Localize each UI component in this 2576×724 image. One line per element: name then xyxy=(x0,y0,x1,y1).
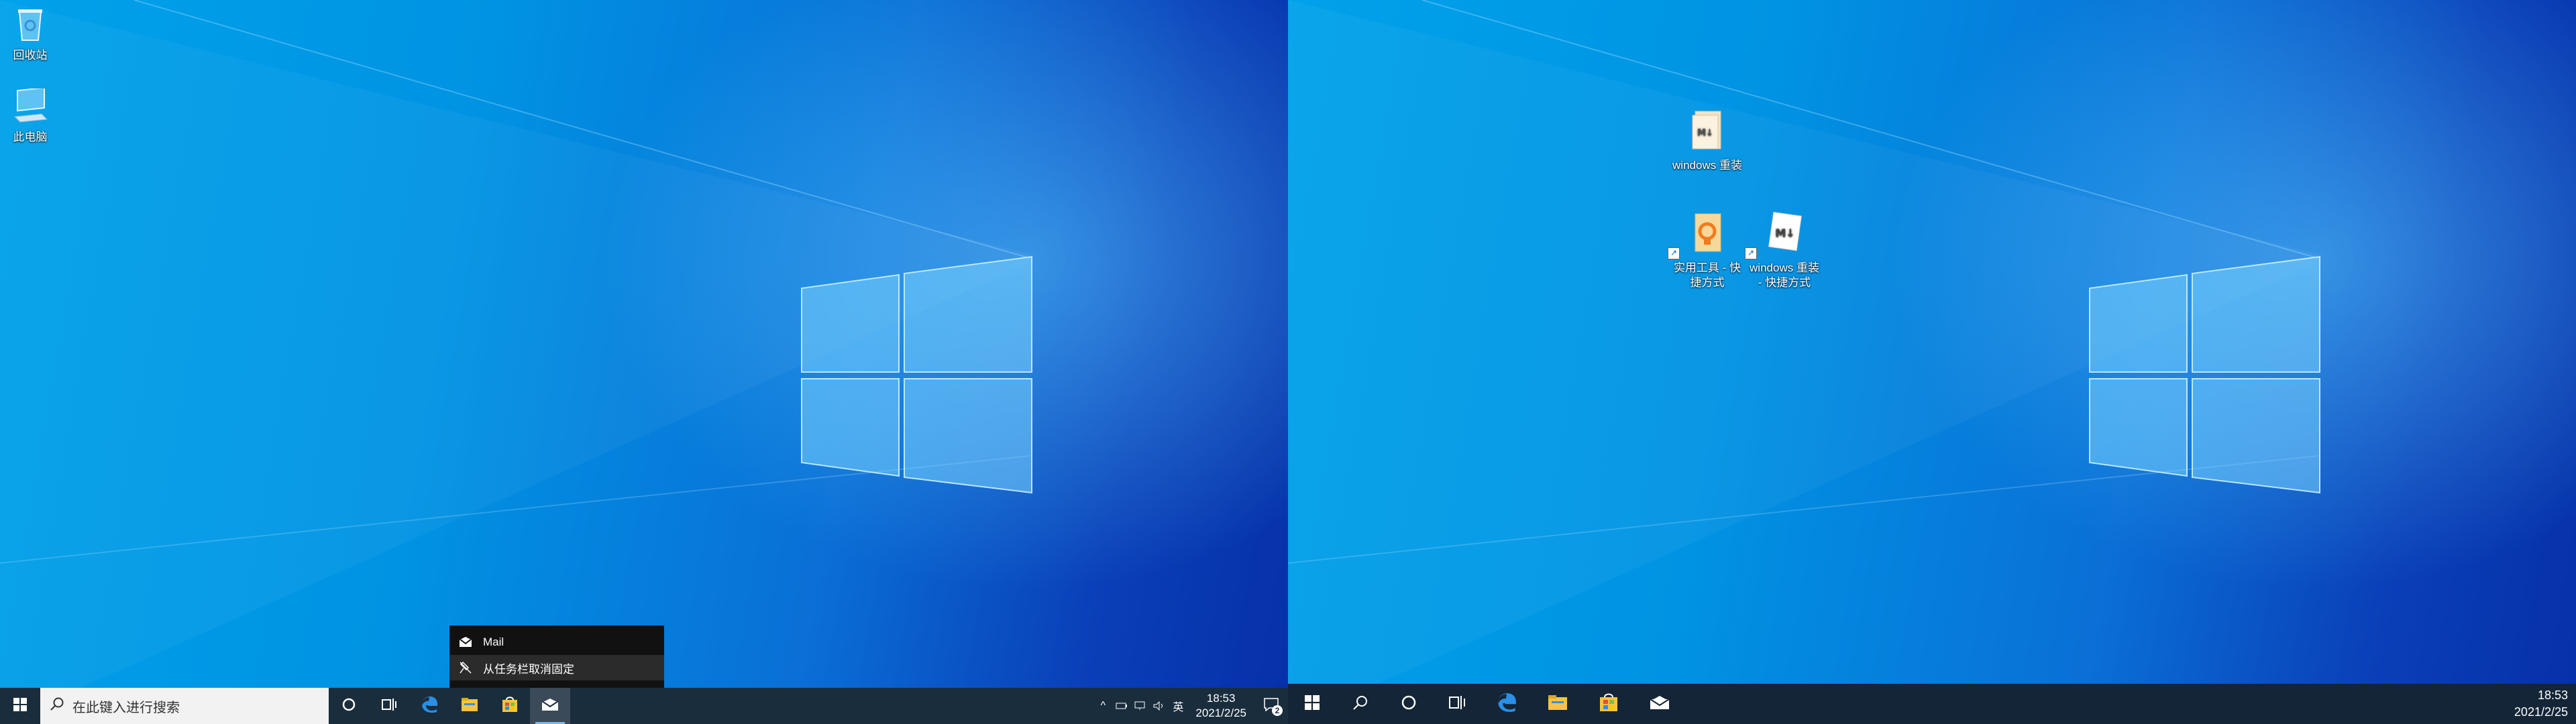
task-view-icon xyxy=(1448,695,1466,714)
unpin-icon xyxy=(459,661,474,674)
task-view-button[interactable] xyxy=(369,688,409,724)
windows-logo xyxy=(801,255,1032,494)
folder-shortcut-icon: ↗ xyxy=(1668,211,1744,259)
search-placeholder: 在此键入进行搜索 xyxy=(72,700,180,715)
desktop-icon-label: windows 重装 - 快捷方式 xyxy=(1750,261,1819,289)
desktop-icon-label: windows 重装 xyxy=(1672,159,1742,172)
windows-logo xyxy=(2089,255,2320,494)
taskbar-file-explorer[interactable] xyxy=(1532,684,1583,724)
mail-icon xyxy=(1650,695,1670,713)
markdown-shortcut-icon: M↓ ↗ xyxy=(1745,211,1821,259)
edge-icon xyxy=(1497,692,1517,716)
taskbar-mail[interactable] xyxy=(1634,684,1685,724)
chevron-up-icon: ^ xyxy=(1100,700,1106,711)
system-tray: 18:53 2021/2/25 xyxy=(2506,684,2576,724)
jump-list-open-mail[interactable]: Mail xyxy=(449,629,664,655)
jump-list-unpin-label: 从任务栏取消固定 xyxy=(483,662,574,676)
edge-icon xyxy=(421,696,438,717)
action-center-button[interactable]: 2 xyxy=(1254,688,1288,724)
clock-time: 18:53 xyxy=(1206,692,1236,705)
markdown-file-icon: M↓ xyxy=(1670,109,1744,156)
mail-icon xyxy=(541,698,559,715)
shortcut-arrow-icon: ↗ xyxy=(1668,247,1680,259)
desktop-icon-label: 实用工具 - 快捷方式 xyxy=(1673,261,1741,289)
cortana-button[interactable] xyxy=(1385,684,1433,724)
input-method-indicator[interactable]: 英 xyxy=(1169,688,1187,724)
shortcut-arrow-icon: ↗ xyxy=(1745,247,1757,259)
show-hidden-icons-button[interactable]: ^ xyxy=(1093,688,1112,724)
cortana-button[interactable] xyxy=(329,688,369,724)
search-icon xyxy=(50,697,64,715)
mail-icon xyxy=(459,637,474,648)
svg-text:M↓: M↓ xyxy=(1697,128,1713,138)
taskbar-clock[interactable]: 18:53 2021/2/25 xyxy=(1187,691,1254,721)
clock-date: 2021/2/25 xyxy=(2514,705,2568,719)
taskbar-clock[interactable]: 18:53 2021/2/25 xyxy=(2506,687,2576,721)
clock-date: 2021/2/25 xyxy=(1195,707,1246,719)
file-explorer-icon xyxy=(461,697,478,715)
mail-jump-list: Mail 从任务栏取消固定 xyxy=(449,625,664,688)
task-view-icon xyxy=(381,697,397,715)
right-monitor: M↓ windows 重装 ↗ 实用工具 - 快捷方式 M↓ ↗ windows… xyxy=(1288,0,2576,724)
windows-start-icon xyxy=(13,697,27,715)
desktop-icon-recycle-bin[interactable]: 回收站 xyxy=(0,4,67,63)
search-icon xyxy=(1352,695,1368,714)
network-icon[interactable] xyxy=(1131,688,1150,724)
store-icon xyxy=(501,696,519,717)
desktop-icon-this-pc[interactable]: 此电脑 xyxy=(0,86,67,145)
this-pc-icon xyxy=(0,86,67,127)
taskbar-store[interactable] xyxy=(1583,684,1634,724)
task-view-button[interactable] xyxy=(1433,684,1481,724)
jump-list-unpin[interactable]: 从任务栏取消固定 xyxy=(449,655,664,680)
left-monitor: 回收站 此电脑 Mail 从任务栏取消固定 在此键入进行搜索 ^ 英 18:53… xyxy=(0,0,1288,724)
svg-text:M↓: M↓ xyxy=(1775,227,1794,239)
system-tray: ^ 英 18:53 2021/2/25 2 xyxy=(1093,688,1288,724)
windows-start-icon xyxy=(1305,695,1320,713)
taskbar-edge[interactable] xyxy=(409,688,449,724)
battery-icon[interactable] xyxy=(1112,688,1131,724)
file-explorer-icon xyxy=(1548,695,1568,714)
desktop-wallpaper xyxy=(1288,0,2576,724)
taskbar-search-box[interactable]: 在此键入进行搜索 xyxy=(40,688,329,724)
desktop-icon-windows-reinstall[interactable]: M↓ windows 重装 xyxy=(1670,109,1744,173)
taskbar-store[interactable] xyxy=(490,688,530,724)
desktop-icon-label: 回收站 xyxy=(13,49,48,62)
desktop-icon-utilities-shortcut[interactable]: ↗ 实用工具 - 快捷方式 xyxy=(1668,211,1744,290)
jump-list-app-label: Mail xyxy=(483,636,504,648)
taskbar-file-explorer[interactable] xyxy=(449,688,490,724)
cortana-icon xyxy=(1401,695,1417,714)
clock-time: 18:53 xyxy=(2537,688,2568,702)
taskbar: 在此键入进行搜索 ^ 英 18:53 2021/2/25 2 xyxy=(0,688,1288,724)
taskbar-edge[interactable] xyxy=(1481,684,1532,724)
desktop-wallpaper xyxy=(0,0,1288,724)
start-button[interactable] xyxy=(1288,684,1336,724)
volume-icon[interactable] xyxy=(1150,688,1169,724)
start-button[interactable] xyxy=(0,688,40,724)
desktop-icon-windows-reinstall-shortcut[interactable]: M↓ ↗ windows 重装 - 快捷方式 xyxy=(1745,211,1821,290)
recycle-bin-icon xyxy=(0,4,67,46)
taskbar-mail[interactable] xyxy=(530,688,570,724)
search-button[interactable] xyxy=(1336,684,1385,724)
desktop-icon-label: 此电脑 xyxy=(13,131,48,143)
cortana-icon xyxy=(341,697,356,715)
store-icon xyxy=(1599,692,1619,716)
notification-badge: 2 xyxy=(1272,705,1283,716)
taskbar: 18:53 2021/2/25 xyxy=(1288,684,2576,724)
